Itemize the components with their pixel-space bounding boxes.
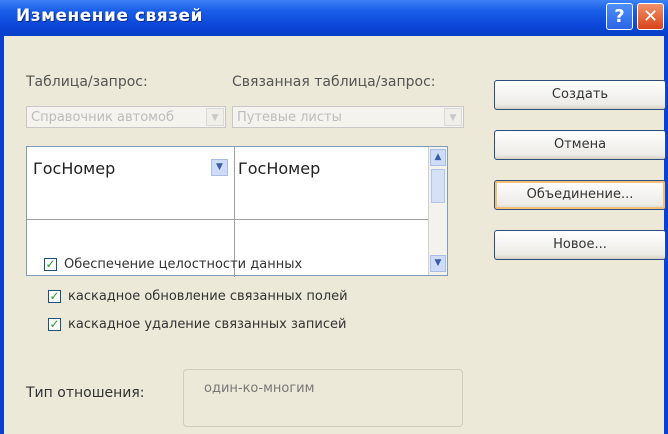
checkmark-icon[interactable]: ✓: [48, 290, 61, 303]
related-table-query-label: Связанная таблица/запрос:: [232, 74, 436, 90]
scroll-down-icon[interactable]: ▼: [430, 255, 446, 272]
vertical-scrollbar[interactable]: ▲ ▼: [428, 147, 447, 275]
title-bar[interactable]: Изменение связей ? ✕: [0, 0, 668, 36]
relationship-type-box: один-ко-многим: [183, 369, 463, 427]
grid-cell-right[interactable]: ГосНомер: [238, 159, 320, 178]
chevron-down-icon[interactable]: ▼: [206, 108, 224, 126]
row-divider: [27, 219, 429, 220]
help-button[interactable]: ?: [606, 3, 633, 30]
create-button[interactable]: Создать: [494, 80, 666, 110]
scroll-thumb[interactable]: [431, 169, 445, 203]
edit-relationships-dialog: Изменение связей ? ✕ Таблица/запрос: Свя…: [0, 0, 668, 434]
related-table-select[interactable]: Путевые листы ▼: [232, 106, 464, 128]
option-label: каскадное удаление связанных записей: [68, 317, 347, 332]
join-type-button[interactable]: Объединение...: [494, 180, 666, 210]
relationship-type-label: Тип отношения:: [26, 385, 145, 401]
option-label: Обеспечение целостности данных: [64, 257, 303, 272]
grid-cell-left[interactable]: ГосНомер: [33, 159, 115, 178]
scroll-up-icon[interactable]: ▲: [430, 149, 446, 166]
window-title: Изменение связей: [16, 6, 203, 26]
question-mark-icon: ?: [614, 6, 625, 27]
checkmark-icon[interactable]: ✓: [48, 318, 61, 331]
related-table-select-value: Путевые листы: [237, 110, 342, 125]
chevron-down-icon[interactable]: ▼: [444, 108, 462, 126]
create-new-button[interactable]: Новое...: [494, 230, 666, 260]
close-icon: ✕: [642, 6, 659, 27]
cancel-button[interactable]: Отмена: [494, 130, 666, 160]
checkmark-icon[interactable]: ✓: [44, 258, 57, 271]
relationship-type-value: один-ко-многим: [204, 381, 315, 396]
table-query-label: Таблица/запрос:: [26, 74, 148, 90]
close-button[interactable]: ✕: [637, 3, 664, 30]
chevron-down-icon[interactable]: ▼: [211, 159, 228, 176]
option-label: каскадное обновление связанных полей: [68, 289, 348, 304]
table-select[interactable]: Справочник автомоб ▼: [26, 106, 226, 128]
table-select-value: Справочник автомоб: [31, 110, 174, 125]
